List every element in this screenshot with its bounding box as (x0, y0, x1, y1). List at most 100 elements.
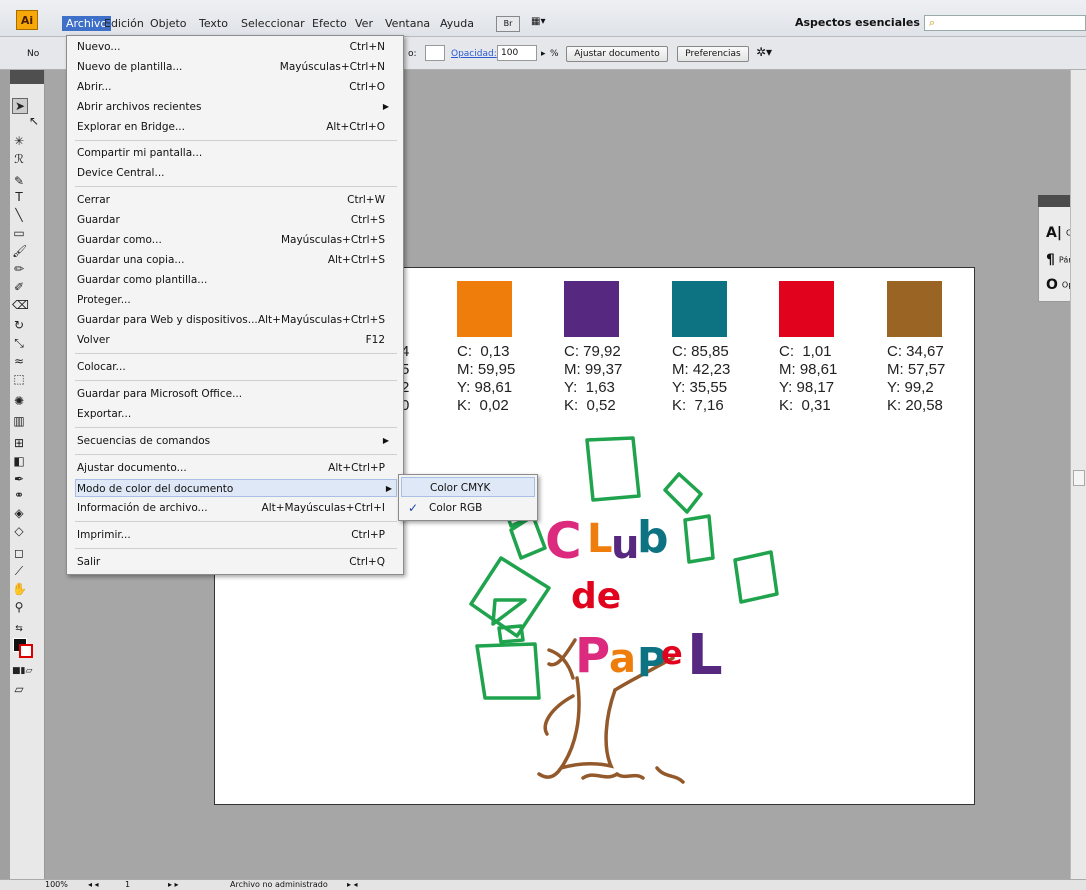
opacity-input[interactable]: 100 (497, 45, 537, 61)
tools-panel-header[interactable] (10, 70, 44, 84)
preferences-button[interactable]: Preferencias (677, 46, 749, 62)
symbol-sprayer-tool-icon[interactable]: ✺ (12, 394, 26, 408)
menu-ver[interactable]: Ver (355, 17, 373, 30)
menu-item-secuencias[interactable]: Secuencias de comandos ▶ (77, 432, 393, 450)
scale-tool-icon[interactable]: ⤡ (12, 336, 26, 350)
menu-item-abrir-recientes[interactable]: Abrir archivos recientes ▶ (77, 98, 393, 116)
free-transform-tool-icon[interactable]: ⬚ (12, 372, 26, 386)
menu-item-guardar[interactable]: Guardar Ctrl+S (77, 211, 393, 229)
menu-item-guardar-plantilla[interactable]: Guardar como plantilla... (77, 271, 393, 289)
direct-selection-tool-icon[interactable]: ↖ (27, 114, 41, 128)
menu-item-proteger[interactable]: Proteger... (77, 291, 393, 309)
rectangle-tool-icon[interactable]: ▭ (12, 226, 26, 240)
blob-brush-tool-icon[interactable]: ✐ (12, 280, 26, 294)
selection-tool-icon[interactable]: ➤ (12, 98, 28, 114)
stroke-color-icon[interactable] (19, 644, 33, 658)
menu-item-exportar[interactable]: Exportar... (77, 405, 393, 423)
menu-separator (75, 521, 397, 522)
menu-item-ajustar-documento[interactable]: Ajustar documento... Alt+Ctrl+P (77, 459, 393, 477)
submenu-item-cmyk[interactable]: Color CMYK (401, 477, 535, 497)
menu-efecto[interactable]: Efecto (312, 17, 347, 30)
swatch-teal (672, 281, 727, 337)
paragraph-icon: ¶ (1046, 252, 1055, 268)
submenu-arrow-icon: ▶ (385, 484, 392, 493)
color-mode-submenu: Color CMYK ✓ Color RGB (398, 474, 538, 521)
blend-tool-icon[interactable]: ⚭ (12, 488, 26, 502)
gradient-tool-icon[interactable]: ◧ (12, 454, 26, 468)
menu-objeto[interactable]: Objeto (150, 17, 187, 30)
menu-item-informacion[interactable]: Información de archivo... Alt+Mayúsculas+… (77, 499, 393, 517)
menu-item-compartir-pantalla[interactable]: Compartir mi pantalla... (77, 144, 393, 162)
menu-item-imprimir[interactable]: Imprimir... Ctrl+P (77, 526, 393, 544)
logo-e-letter: e (661, 634, 683, 672)
menu-ayuda[interactable]: Ayuda (440, 17, 474, 30)
line-tool-icon[interactable]: ╲ (12, 208, 26, 222)
artboard-tool-icon[interactable]: ◻ (12, 546, 26, 560)
menu-edicion[interactable]: Edición (104, 17, 144, 30)
slice-tool-icon[interactable]: ⟋ (12, 564, 26, 578)
swap-colors-icon[interactable]: ⇆ (12, 622, 26, 636)
cmyk-values-red: C: 1,01 M: 98,61 Y: 98,17 K: 0,31 (779, 343, 838, 414)
workspace-switcher[interactable]: Aspectos esenciales ▾ (795, 16, 929, 29)
logo-l2-letter: L (687, 623, 723, 688)
column-graph-tool-icon[interactable]: ▥ (12, 414, 26, 428)
tools-panel: ➤ ↖ ✳ ℛ ✎ T ╲ ▭ 🖌 ✏ ✐ ⌫ ↻ ⤡ ≈ ⬚ ✺ ▥ ⊞ ◧ … (10, 84, 45, 879)
swatch-purple (564, 281, 619, 337)
scrollbar-thumb[interactable] (1073, 470, 1085, 486)
menu-item-nuevo-plantilla[interactable]: Nuevo de plantilla... Mayúsculas+Ctrl+N (77, 58, 393, 76)
menu-item-nuevo[interactable]: Nuevo... Ctrl+N (77, 38, 393, 56)
style-dropdown[interactable] (425, 45, 445, 61)
hand-tool-icon[interactable]: ✋ (12, 582, 27, 596)
menu-item-guardar-office[interactable]: Guardar para Microsoft Office... (77, 385, 393, 403)
menu-item-guardar-copia[interactable]: Guardar una copia... Alt+Ctrl+S (77, 251, 393, 269)
opacity-stepper-icon[interactable]: ▸ (541, 49, 546, 59)
menu-item-device-central[interactable]: Device Central... (77, 164, 393, 182)
menu-item-explorar-bridge[interactable]: Explorar en Bridge... Alt+Ctrl+O (77, 118, 393, 136)
arrange-documents-icon[interactable]: ▦▾ (531, 16, 555, 30)
cmyk-values-brown: C: 34,67 M: 57,57 Y: 99,2 K: 20,58 (887, 343, 946, 414)
pencil-tool-icon[interactable]: ✏ (12, 262, 26, 276)
logo-de-letters: de (571, 576, 621, 617)
opacity-label[interactable]: Opacidad: (451, 49, 497, 59)
menu-item-guardar-web[interactable]: Guardar para Web y dispositivos... Alt+Ma… (77, 311, 393, 329)
menu-seleccionar[interactable]: Seleccionar (241, 17, 305, 30)
menu-separator (75, 140, 397, 141)
live-paint-tool-icon[interactable]: ◈ (12, 506, 26, 520)
vertical-scrollbar[interactable] (1070, 70, 1086, 879)
menu-item-volver[interactable]: Volver F12 (77, 331, 393, 349)
lasso-tool-icon[interactable]: ℛ (12, 152, 26, 166)
document-setup-button[interactable]: Ajustar documento (566, 46, 668, 62)
menu-item-guardar-como[interactable]: Guardar como... Mayúsculas+Ctrl+S (77, 231, 393, 249)
app-logo: Ai (16, 10, 38, 30)
rotate-tool-icon[interactable]: ↻ (12, 318, 26, 332)
tool-options-dropdown[interactable]: ✲▾ (756, 45, 780, 63)
style-label: o: (408, 49, 417, 59)
zoom-tool-icon[interactable]: ⚲ (12, 600, 26, 614)
live-paint-selection-tool-icon[interactable]: ◇ (12, 524, 26, 538)
screen-mode-icon[interactable]: ▱ (12, 682, 26, 696)
type-tool-icon[interactable]: T (12, 190, 26, 204)
swatch-red (779, 281, 834, 337)
menu-item-abrir[interactable]: Abrir... Ctrl+O (77, 78, 393, 96)
warp-tool-icon[interactable]: ≈ (12, 354, 26, 368)
mesh-tool-icon[interactable]: ⊞ (12, 436, 26, 450)
paintbrush-tool-icon[interactable]: 🖌 (12, 244, 27, 258)
menu-item-cerrar[interactable]: Cerrar Ctrl+W (77, 191, 393, 209)
menu-separator (75, 186, 397, 187)
color-mode-icon[interactable]: ■▮▱ (12, 664, 32, 678)
menu-ventana[interactable]: Ventana (385, 17, 430, 30)
bridge-button[interactable]: Br (496, 16, 520, 32)
menu-item-modo-color[interactable]: Modo de color del documento ▶ (75, 479, 397, 497)
menu-texto[interactable]: Texto (199, 17, 228, 30)
submenu-item-rgb[interactable]: ✓ Color RGB (401, 498, 535, 518)
menu-item-salir[interactable]: Salir Ctrl+Q (77, 553, 393, 571)
magic-wand-tool-icon[interactable]: ✳ (12, 134, 26, 148)
search-input[interactable]: ⌕ (924, 15, 1086, 31)
menu-item-colocar[interactable]: Colocar... (77, 358, 393, 376)
eyedropper-tool-icon[interactable]: ✒ (12, 472, 26, 486)
eraser-tool-icon[interactable]: ⌫ (12, 298, 29, 312)
menu-separator (75, 353, 397, 354)
pen-tool-icon[interactable]: ✎ (12, 174, 26, 188)
menu-separator (75, 427, 397, 428)
selection-label: No (27, 49, 40, 59)
